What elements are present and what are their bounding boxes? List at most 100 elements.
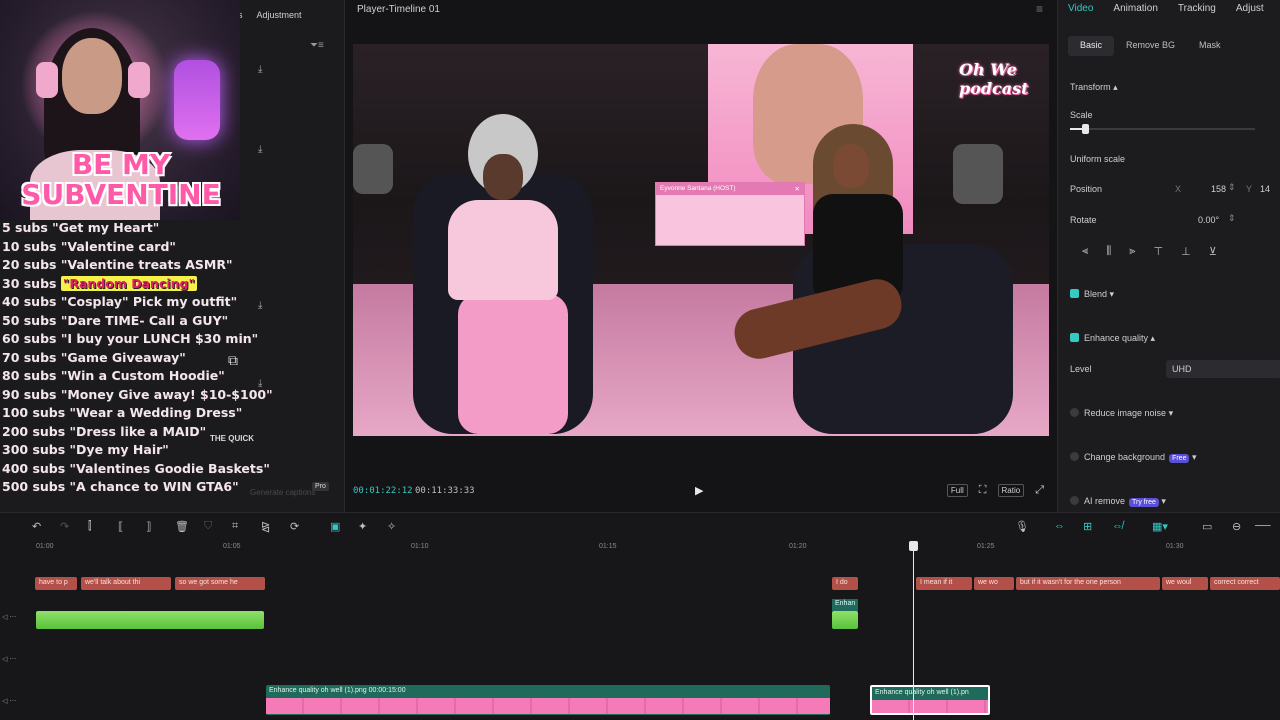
rotate-label: Rotate xyxy=(1070,215,1097,225)
split-right-icon[interactable]: ⟧ xyxy=(146,520,151,533)
align-left-icon[interactable]: ⫷ xyxy=(1082,245,1088,258)
ratio-button[interactable]: Ratio xyxy=(997,484,1025,497)
ai-remove-toggle[interactable]: AI remove Try free ▾ xyxy=(1070,496,1166,507)
goal-item: 500 subs "A chance to WIN GTA6" xyxy=(2,479,239,494)
ruler-tick: 01:00 xyxy=(36,543,54,550)
scale-slider-handle[interactable] xyxy=(1081,124,1089,134)
align-bottom-icon[interactable]: ⊻ xyxy=(1209,245,1217,258)
stepper-icon[interactable]: ⇕ xyxy=(1228,182,1236,193)
snap-icon[interactable]: ⊞ xyxy=(1083,520,1092,533)
track-audio-icon[interactable]: ◁ ⋯ xyxy=(2,613,16,621)
caption-icon[interactable]: ⧉ xyxy=(228,352,238,369)
caption-clip[interactable]: I mean if it xyxy=(916,577,972,590)
menu-icon[interactable]: ≡ xyxy=(1036,2,1043,16)
reduce-noise-toggle[interactable]: Reduce image noise ▾ xyxy=(1070,408,1173,419)
download-icon[interactable]: ⤓ xyxy=(258,144,262,155)
zoom-slider[interactable]: ── xyxy=(1255,520,1271,532)
level-select[interactable]: UHD xyxy=(1166,360,1280,378)
shield-icon[interactable]: ⛉ xyxy=(204,520,212,533)
track-main-icon[interactable]: ◁ ⋯ xyxy=(2,697,16,705)
preview-axis-icon[interactable]: ▦▾ xyxy=(1152,520,1168,533)
tab-adjust[interactable]: Adjust xyxy=(1236,3,1264,24)
clip-label: Enhance quality oh well (1).pn xyxy=(875,689,969,696)
stepper-icon[interactable]: ⇕ xyxy=(1228,213,1236,224)
fullscreen-icon[interactable]: ⤢ xyxy=(1032,483,1047,498)
blend-toggle[interactable]: Blend ▾ xyxy=(1070,289,1114,300)
goal-item: 20 subs "Valentine treats ASMR" xyxy=(2,257,233,272)
redo-icon[interactable]: ↷ xyxy=(60,520,69,533)
subtitle-icon[interactable]: ▭ xyxy=(1202,520,1212,533)
clip-thumbnails xyxy=(872,700,988,713)
split-icon[interactable]: ⫿ xyxy=(88,520,92,533)
caption-clip[interactable]: we wo xyxy=(974,577,1014,590)
scene-character-guest xyxy=(729,124,933,424)
filter-icon[interactable]: ⏷≡ xyxy=(310,40,324,51)
delete-icon[interactable]: 🗑 xyxy=(175,520,189,533)
caption-icon[interactable]: ▣ xyxy=(330,520,340,533)
caption-clip[interactable]: but if it wasn't for the one person xyxy=(1016,577,1160,590)
enhance-quality-toggle[interactable]: Enhance quality ▴ xyxy=(1070,333,1155,344)
align-top-icon[interactable]: ⊤ xyxy=(1154,245,1164,258)
headset-icon xyxy=(128,62,150,98)
ruler-tick: 01:30 xyxy=(1166,543,1184,550)
align-right-icon[interactable]: ⫸ xyxy=(1129,245,1135,258)
inspector-sub-tabs: Basic Remove BG Mask xyxy=(1068,36,1280,56)
rotate-icon[interactable]: ⟳ xyxy=(290,520,299,533)
tab-adjustment[interactable]: Adjustment xyxy=(257,0,302,24)
goal-item: 5 subs "Get my Heart" xyxy=(2,220,160,235)
video-preview[interactable]: Oh We podcast Eyvonne Santana (HOST) ✕ xyxy=(353,44,1049,436)
download-icon[interactable]: ⤓ xyxy=(258,64,262,75)
change-background-toggle[interactable]: Change background Free ▾ xyxy=(1070,452,1197,463)
subtab-mask[interactable]: Mask xyxy=(1187,36,1233,56)
tab-animation[interactable]: Animation xyxy=(1113,3,1157,24)
tab-video[interactable]: Video xyxy=(1068,3,1093,24)
caption-clip[interactable]: correct correct xyxy=(1210,577,1280,590)
align-center-icon[interactable]: ⫼ xyxy=(1106,245,1111,258)
timeline-toolbar: ↶ ↷ ⫿ ⟦ ⟧ 🗑 ⛉ ⌗ ⧎ ⟳ ▣ ✦ ✧ 🎙 ⇔ ⊞ ⇎ ▦▾ ▭ ⊖… xyxy=(0,513,1280,539)
split-left-icon[interactable]: ⟦ xyxy=(118,520,123,533)
link-icon[interactable]: ⇔ xyxy=(1054,520,1065,532)
video-clip-selected[interactable]: Enhance quality oh well (1).pn xyxy=(870,685,990,715)
subtab-basic[interactable]: Basic xyxy=(1068,36,1115,56)
play-button[interactable]: ▶ xyxy=(695,484,703,497)
microphone-icon[interactable]: 🎙 xyxy=(1015,520,1029,533)
playhead[interactable] xyxy=(913,543,914,720)
caption-clip[interactable]: have to p xyxy=(35,577,77,590)
ruler-tick: 01:20 xyxy=(789,543,807,550)
effect-icon[interactable]: ✧ xyxy=(387,520,396,533)
track-audio-icon[interactable]: ◁ ⋯ xyxy=(2,655,16,663)
full-button[interactable]: Full xyxy=(946,484,968,497)
sticker-clip[interactable] xyxy=(832,611,858,629)
align-icon[interactable]: ⇎ xyxy=(1112,520,1123,532)
undo-icon[interactable]: ↶ xyxy=(32,520,41,533)
caption-clip[interactable]: we'll talk about thi xyxy=(81,577,171,590)
scene-mic xyxy=(953,144,1003,204)
magic-icon[interactable]: ✦ xyxy=(358,520,367,533)
rotate-field[interactable]: 0.00° xyxy=(1198,215,1219,225)
player-title: Player-Timeline 01 xyxy=(357,4,440,15)
sticker-clip[interactable] xyxy=(36,611,264,629)
host-name-card: Eyvonne Santana (HOST) ✕ xyxy=(655,182,805,246)
crop-icon[interactable]: ⌗ xyxy=(232,520,238,533)
video-clip[interactable]: Enhance quality oh well (1).png 00:00:15… xyxy=(266,685,830,715)
tab-tracking[interactable]: Tracking xyxy=(1178,3,1216,24)
position-y-label: Y xyxy=(1246,184,1253,194)
ruler-tick: 01:10 xyxy=(411,543,429,550)
subtab-remove-bg[interactable]: Remove BG xyxy=(1114,36,1187,56)
mirror-icon[interactable]: ⧎ xyxy=(261,520,270,533)
caption-clip[interactable]: we woul xyxy=(1162,577,1208,590)
zoom-out-icon[interactable]: ⊖ xyxy=(1232,520,1241,533)
goal-item: 40 subs "Cosplay" Pick my outfit" xyxy=(2,294,238,309)
position-y-field[interactable]: 14 xyxy=(1260,184,1270,194)
align-middle-icon[interactable]: ⊥ xyxy=(1181,245,1191,258)
time-ruler[interactable]: 01:00 01:05 01:10 01:15 01:20 01:25 01:3… xyxy=(0,539,1280,555)
caption-clip[interactable]: I do xyxy=(832,577,858,590)
enhance-clip-label: Enhan xyxy=(832,599,858,611)
transform-section[interactable]: Transform ▴ xyxy=(1070,82,1118,93)
caption-clip[interactable]: so we got some he xyxy=(175,577,265,590)
position-x-field[interactable]: 158 xyxy=(1211,184,1226,194)
scale-slider[interactable] xyxy=(1070,128,1255,130)
generate-captions-button[interactable]: Generate captions xyxy=(250,488,315,497)
snapshot-icon[interactable]: ⛶ xyxy=(976,483,990,498)
goal-item: 30 subs "Random Dancing" xyxy=(2,275,197,291)
